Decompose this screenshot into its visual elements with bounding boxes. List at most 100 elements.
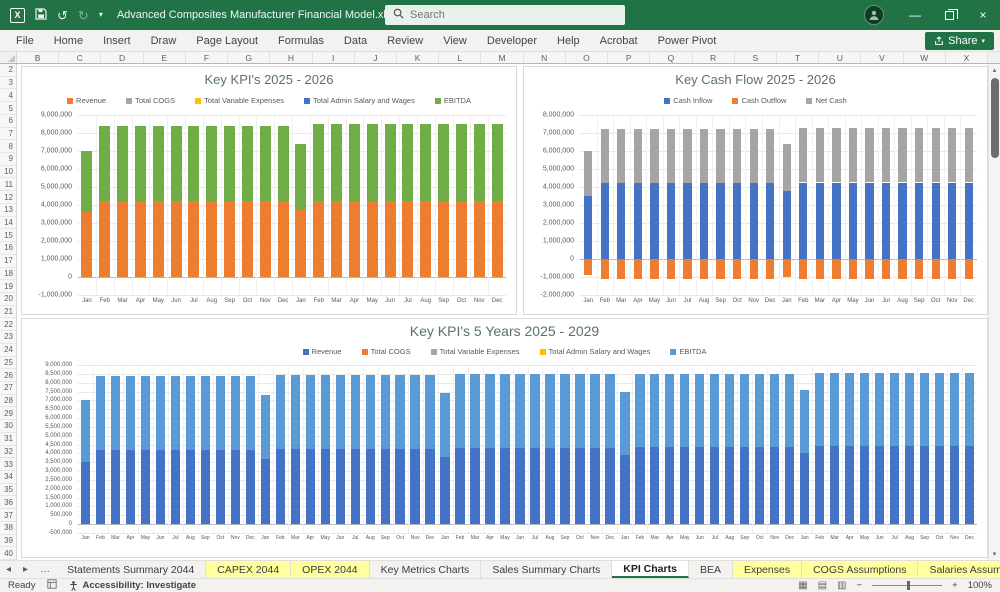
sheet-nav-more-icon[interactable]: … — [34, 561, 56, 578]
sheet-tab-cogs-assumptions[interactable]: COGS Assumptions — [802, 561, 918, 578]
ribbon-tab-page-layout[interactable]: Page Layout — [186, 30, 268, 51]
row-header-16[interactable]: 16 — [0, 242, 16, 255]
macro-record-icon[interactable] — [47, 579, 57, 592]
minimize-button[interactable]: — — [898, 0, 932, 30]
row-header-8[interactable]: 8 — [0, 140, 16, 153]
sheet-tab-capex-2044[interactable]: CAPEX 2044 — [206, 561, 291, 578]
ribbon-tab-power-pivot[interactable]: Power Pivot — [648, 30, 727, 51]
row-header-27[interactable]: 27 — [0, 382, 16, 395]
normal-view-icon[interactable]: ▦ — [798, 580, 807, 591]
column-header-T[interactable]: T — [777, 52, 819, 63]
row-header-23[interactable]: 23 — [0, 331, 16, 344]
column-header-P[interactable]: P — [608, 52, 650, 63]
row-header-15[interactable]: 15 — [0, 229, 16, 242]
row-header-25[interactable]: 25 — [0, 357, 16, 370]
scroll-down-icon[interactable]: ▾ — [993, 548, 997, 560]
ribbon-tab-data[interactable]: Data — [334, 30, 377, 51]
row-header-6[interactable]: 6 — [0, 115, 16, 128]
column-header-D[interactable]: D — [101, 52, 143, 63]
ribbon-tab-formulas[interactable]: Formulas — [268, 30, 334, 51]
row-header-11[interactable]: 11 — [0, 178, 16, 191]
ribbon-tab-help[interactable]: Help — [547, 30, 590, 51]
row-header-2[interactable]: 2 — [0, 64, 16, 77]
share-button[interactable]: Share ▾ — [925, 32, 994, 50]
row-header-29[interactable]: 29 — [0, 407, 16, 420]
sheet-nav-left-icon[interactable]: ◂ — [0, 561, 17, 578]
sheet-tab-bea[interactable]: BEA — [689, 561, 733, 578]
row-header-28[interactable]: 28 — [0, 395, 16, 408]
row-header-18[interactable]: 18 — [0, 268, 16, 281]
restore-button[interactable] — [932, 0, 966, 30]
column-header-V[interactable]: V — [861, 52, 903, 63]
close-button[interactable]: × — [966, 0, 1000, 30]
undo-icon[interactable]: ↺ — [57, 9, 68, 22]
sheet-tab-statements-summary-2044[interactable]: Statements Summary 2044 — [56, 561, 206, 578]
row-header-31[interactable]: 31 — [0, 433, 16, 446]
row-header-30[interactable]: 30 — [0, 420, 16, 433]
sheet-tab-kpi-charts[interactable]: KPI Charts — [612, 561, 689, 578]
row-header-26[interactable]: 26 — [0, 369, 16, 382]
column-header-S[interactable]: S — [735, 52, 777, 63]
column-header-E[interactable]: E — [144, 52, 186, 63]
row-header-20[interactable]: 20 — [0, 293, 16, 306]
row-header-40[interactable]: 40 — [0, 547, 16, 560]
ribbon-tab-review[interactable]: Review — [377, 30, 433, 51]
column-header-W[interactable]: W — [904, 52, 946, 63]
ribbon-tab-file[interactable]: File — [6, 30, 44, 51]
column-header-I[interactable]: I — [313, 52, 355, 63]
chart-key-kpis-2025-2026[interactable]: Key KPI's 2025 - 2026 RevenueTotal COGST… — [21, 66, 517, 315]
column-header-X[interactable]: X — [946, 52, 988, 63]
row-header-17[interactable]: 17 — [0, 255, 16, 268]
avatar[interactable] — [864, 5, 884, 25]
ribbon-tab-view[interactable]: View — [433, 30, 477, 51]
ribbon-tab-developer[interactable]: Developer — [477, 30, 547, 51]
column-header-R[interactable]: R — [693, 52, 735, 63]
sheet-tab-sales-summary-charts[interactable]: Sales Summary Charts — [481, 561, 612, 578]
page-break-view-icon[interactable]: ▥ — [837, 580, 846, 591]
ribbon-tab-acrobat[interactable]: Acrobat — [590, 30, 648, 51]
column-header-Q[interactable]: Q — [650, 52, 692, 63]
row-header-24[interactable]: 24 — [0, 344, 16, 357]
row-header-10[interactable]: 10 — [0, 166, 16, 179]
ribbon-tab-home[interactable]: Home — [44, 30, 93, 51]
accessibility-status[interactable]: Accessibility: Investigate — [69, 580, 196, 591]
row-header-19[interactable]: 19 — [0, 280, 16, 293]
chart-key-kpis-5-years[interactable]: Key KPI's 5 Years 2025 - 2029 RevenueTot… — [21, 318, 988, 558]
row-header-22[interactable]: 22 — [0, 318, 16, 331]
row-header-32[interactable]: 32 — [0, 446, 16, 459]
row-header-14[interactable]: 14 — [0, 217, 16, 230]
zoom-in-button[interactable]: + — [952, 580, 958, 591]
zoom-slider[interactable] — [872, 585, 942, 586]
column-header-O[interactable]: O — [566, 52, 608, 63]
save-icon[interactable] — [35, 8, 47, 22]
sheet-tab-key-metrics-charts[interactable]: Key Metrics Charts — [370, 561, 482, 578]
ribbon-tab-insert[interactable]: Insert — [93, 30, 141, 51]
sheet-tab-opex-2044[interactable]: OPEX 2044 — [291, 561, 369, 578]
select-all-corner[interactable] — [0, 52, 17, 63]
row-header-4[interactable]: 4 — [0, 89, 16, 102]
sheet-tab-expenses[interactable]: Expenses — [733, 561, 802, 578]
vertical-scrollbar[interactable]: ▴ ▾ — [988, 64, 1000, 560]
zoom-level[interactable]: 100% — [968, 580, 992, 591]
column-header-F[interactable]: F — [186, 52, 228, 63]
column-header-U[interactable]: U — [819, 52, 861, 63]
row-header-37[interactable]: 37 — [0, 509, 16, 522]
row-header-34[interactable]: 34 — [0, 471, 16, 484]
row-header-5[interactable]: 5 — [0, 102, 16, 115]
column-header-J[interactable]: J — [355, 52, 397, 63]
vertical-scrollbar-thumb[interactable] — [991, 78, 999, 158]
column-header-K[interactable]: K — [397, 52, 439, 63]
row-header-36[interactable]: 36 — [0, 496, 16, 509]
zoom-out-button[interactable]: − — [857, 580, 863, 591]
row-header-38[interactable]: 38 — [0, 522, 16, 535]
row-header-35[interactable]: 35 — [0, 484, 16, 497]
sheet-nav-right-icon[interactable]: ▸ — [17, 561, 34, 578]
row-header-39[interactable]: 39 — [0, 535, 16, 548]
row-header-12[interactable]: 12 — [0, 191, 16, 204]
column-header-L[interactable]: L — [439, 52, 481, 63]
scroll-up-icon[interactable]: ▴ — [993, 64, 997, 76]
chart-key-cash-flow-2025-2026[interactable]: Key Cash Flow 2025 - 2026 Cash InflowCas… — [523, 66, 988, 315]
search-input[interactable] — [410, 9, 600, 21]
column-header-G[interactable]: G — [228, 52, 270, 63]
column-header-B[interactable]: B — [17, 52, 59, 63]
